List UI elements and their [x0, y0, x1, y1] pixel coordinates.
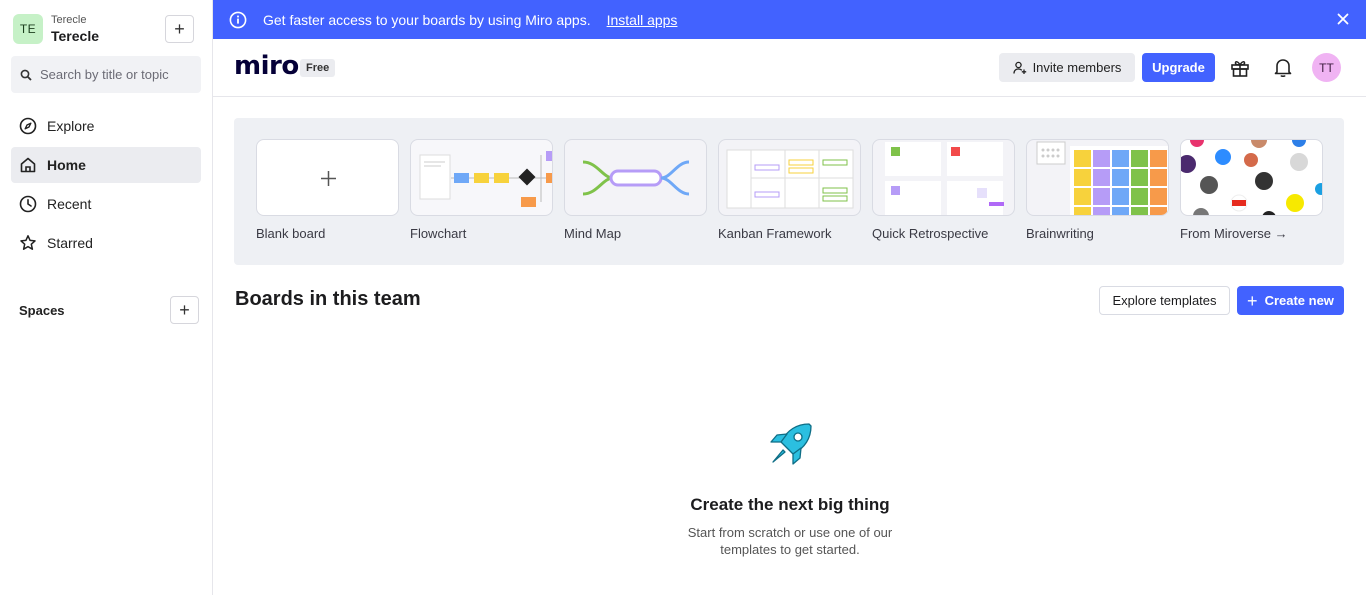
templates-strip: Blank board Flowchart Mind Map Kanban Fr…	[234, 118, 1344, 265]
info-icon	[229, 11, 247, 28]
team-avatar: TE	[13, 14, 43, 44]
template-miroverse[interactable]: From Miroverse →	[1180, 139, 1323, 241]
spaces-label: Spaces	[19, 302, 65, 318]
close-icon[interactable]	[1334, 10, 1352, 28]
miroverse-preview-icon	[1181, 140, 1322, 215]
upgrade-button[interactable]: Upgrade	[1142, 53, 1215, 82]
clock-icon	[19, 195, 37, 213]
miro-logo[interactable]: miro	[234, 51, 299, 81]
search-input[interactable]	[40, 67, 190, 82]
sidebar-item-label: Recent	[47, 196, 92, 212]
bell-icon[interactable]	[1272, 56, 1294, 78]
empty-state-title: Create the next big thing	[690, 495, 890, 514]
sidebar-item-recent[interactable]: Recent	[11, 186, 201, 222]
template-blank-board[interactable]: Blank board	[256, 139, 399, 241]
template-mind-map[interactable]: Mind Map	[564, 139, 707, 241]
add-user-icon	[1012, 61, 1026, 74]
empty-state: Create the next big thing Start from scr…	[640, 420, 940, 558]
compass-icon	[19, 117, 37, 135]
boards-section-title: Boards in this team	[235, 288, 421, 310]
invite-members-button[interactable]: Invite members	[999, 53, 1135, 82]
template-label: Mind Map	[564, 226, 622, 241]
retro-preview-icon	[885, 142, 1004, 215]
template-label: Blank board	[256, 226, 326, 241]
template-brainwriting[interactable]: Brainwriting	[1026, 139, 1169, 241]
flowchart-preview-icon	[419, 151, 552, 207]
team-switcher[interactable]: TE Terecle Terecle	[13, 14, 99, 44]
kanban-preview-icon	[726, 149, 854, 209]
user-avatar[interactable]: TT	[1312, 53, 1341, 82]
template-kanban-framework[interactable]: Kanban Framework	[718, 139, 861, 241]
explore-templates-button[interactable]: Explore templates	[1099, 286, 1230, 315]
install-apps-link[interactable]: Install apps	[607, 12, 678, 28]
plus-icon: +	[1247, 290, 1258, 311]
top-header: miro Free Invite members Upgrade TT	[213, 39, 1366, 97]
template-label: Quick Retrospective	[872, 226, 989, 241]
template-label: From Miroverse →	[1180, 226, 1288, 241]
team-org: Terecle	[51, 14, 87, 26]
template-thumbnail[interactable]	[1180, 139, 1323, 216]
sidebar-item-label: Home	[47, 157, 86, 173]
sidebar-item-label: Explore	[47, 118, 95, 134]
create-new-label: Create new	[1264, 293, 1334, 308]
search-icon	[20, 69, 32, 81]
banner-text: Get faster access to your boards by usin…	[263, 11, 591, 28]
plus-icon	[321, 171, 336, 186]
template-thumbnail[interactable]	[872, 139, 1015, 216]
sidebar-item-label: Starred	[47, 235, 93, 251]
sidebar-item-explore[interactable]: Explore	[11, 108, 201, 144]
home-icon	[19, 156, 37, 174]
search-box[interactable]	[11, 56, 201, 93]
add-team-button[interactable]: +	[165, 15, 194, 43]
spaces-section: Spaces +	[19, 296, 199, 324]
rocket-icon	[770, 423, 812, 465]
template-thumbnail[interactable]	[564, 139, 707, 216]
template-label: Brainwriting	[1026, 226, 1094, 241]
template-quick-retrospective[interactable]: Quick Retrospective	[872, 139, 1015, 241]
sidebar: TE Terecle Terecle + Explore Home	[0, 0, 213, 595]
template-thumbnail[interactable]	[1026, 139, 1169, 216]
brainwriting-preview-icon	[1036, 141, 1168, 215]
install-apps-banner: Get faster access to your boards by usin…	[213, 0, 1366, 39]
template-thumbnail[interactable]	[410, 139, 553, 216]
template-label: Flowchart	[410, 226, 467, 241]
plan-badge: Free	[300, 59, 336, 77]
app-root: TE Terecle Terecle + Explore Home	[0, 0, 1366, 595]
add-space-button[interactable]: +	[170, 296, 199, 324]
template-flowchart[interactable]: Flowchart	[410, 139, 553, 241]
sidebar-nav: Explore Home Recent Starred	[11, 108, 201, 264]
sidebar-item-home[interactable]: Home	[11, 147, 201, 183]
team-name: Terecle	[51, 28, 99, 44]
create-new-button[interactable]: + Create new	[1237, 286, 1344, 315]
mind-map-preview-icon	[582, 160, 690, 196]
empty-state-subtitle: Start from scratch or use one of our tem…	[687, 525, 893, 557]
sidebar-item-starred[interactable]: Starred	[11, 225, 201, 261]
star-icon	[19, 234, 37, 252]
template-thumbnail[interactable]	[718, 139, 861, 216]
template-thumbnail[interactable]	[256, 139, 399, 216]
gift-icon[interactable]	[1229, 57, 1251, 79]
template-label: Kanban Framework	[718, 226, 832, 241]
invite-members-label: Invite members	[1032, 60, 1122, 75]
